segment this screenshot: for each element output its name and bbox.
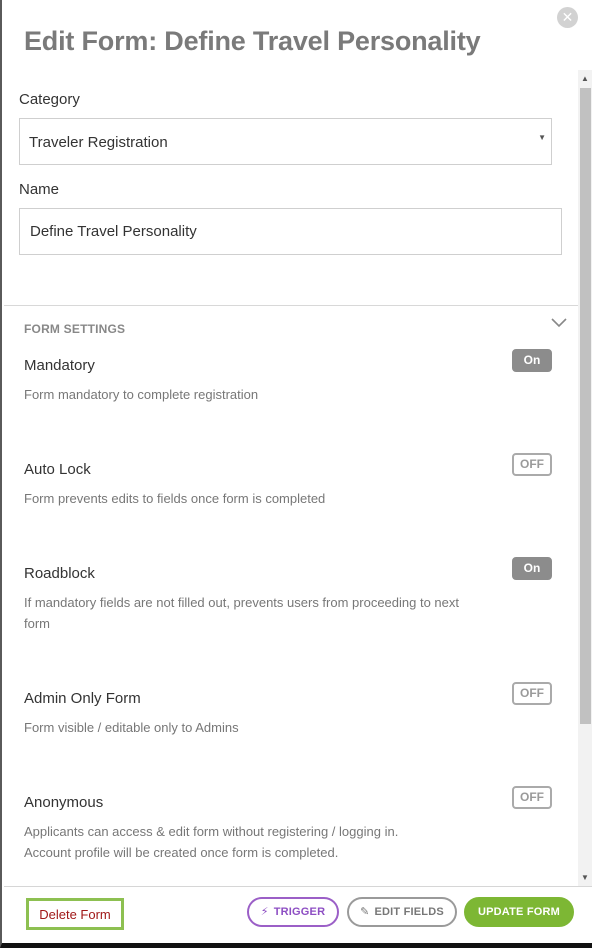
- scroll-up-arrow-icon[interactable]: ▲: [578, 72, 592, 86]
- close-icon[interactable]: ✕: [557, 7, 578, 28]
- setting-anonymous-desc-line2: Account profile will be created once for…: [24, 845, 339, 860]
- scrollbar[interactable]: ▲ ▼: [578, 70, 592, 887]
- category-select[interactable]: Traveler Registration ▼: [19, 118, 552, 165]
- scroll-down-arrow-icon[interactable]: ▼: [578, 871, 592, 885]
- edit-fields-label: EDIT FIELDS: [374, 906, 444, 918]
- trigger-label: TRIGGER: [273, 906, 326, 918]
- form-settings-heading: FORM SETTINGS: [24, 322, 126, 336]
- setting-mandatory-desc: Form mandatory to complete registration: [24, 387, 259, 402]
- lightning-icon: ⚡: [260, 906, 269, 918]
- roadblock-toggle[interactable]: On: [512, 557, 552, 580]
- setting-roadblock-desc: If mandatory fields are not filled out, …: [24, 595, 460, 631]
- setting-roadblock-title: Roadblock: [24, 565, 95, 582]
- name-label: Name: [19, 181, 60, 198]
- anonymous-toggle[interactable]: OFF: [512, 786, 552, 809]
- section-divider: [4, 305, 578, 306]
- mandatory-toggle[interactable]: On: [512, 349, 552, 372]
- chevron-down-icon[interactable]: [550, 316, 568, 330]
- setting-admin-only-title: Admin Only Form: [24, 690, 141, 707]
- setting-auto-lock-title: Auto Lock: [24, 461, 91, 478]
- scrollbar-thumb[interactable]: [580, 88, 591, 724]
- auto-lock-toggle[interactable]: OFF: [512, 453, 552, 476]
- setting-anonymous-desc-line1: Applicants can access & edit form withou…: [24, 824, 399, 839]
- setting-mandatory-title: Mandatory: [24, 357, 95, 374]
- page-title: Edit Form: Define Travel Personality: [24, 26, 481, 56]
- name-input[interactable]: [19, 208, 562, 255]
- edit-fields-button[interactable]: ✎ EDIT FIELDS: [347, 897, 457, 927]
- edit-form-panel: Edit Form: Define Travel Personality ✕ C…: [0, 0, 592, 948]
- setting-admin-only-desc: Form visible / editable only to Admins: [24, 720, 239, 735]
- setting-anonymous-desc: Applicants can access & edit form withou…: [24, 821, 504, 863]
- admin-only-toggle[interactable]: OFF: [512, 682, 552, 705]
- trigger-button[interactable]: ⚡ TRIGGER: [247, 897, 339, 927]
- category-label: Category: [19, 91, 80, 108]
- setting-anonymous-title: Anonymous: [24, 794, 104, 811]
- pencil-icon: ✎: [360, 906, 370, 918]
- setting-auto-lock-desc: Form prevents edits to fields once form …: [24, 491, 326, 506]
- delete-form-button[interactable]: Delete Form: [26, 898, 124, 930]
- caret-down-icon: ▼: [538, 133, 546, 142]
- category-select-value: Traveler Registration: [29, 134, 168, 151]
- update-form-button[interactable]: UPDATE FORM: [464, 897, 574, 927]
